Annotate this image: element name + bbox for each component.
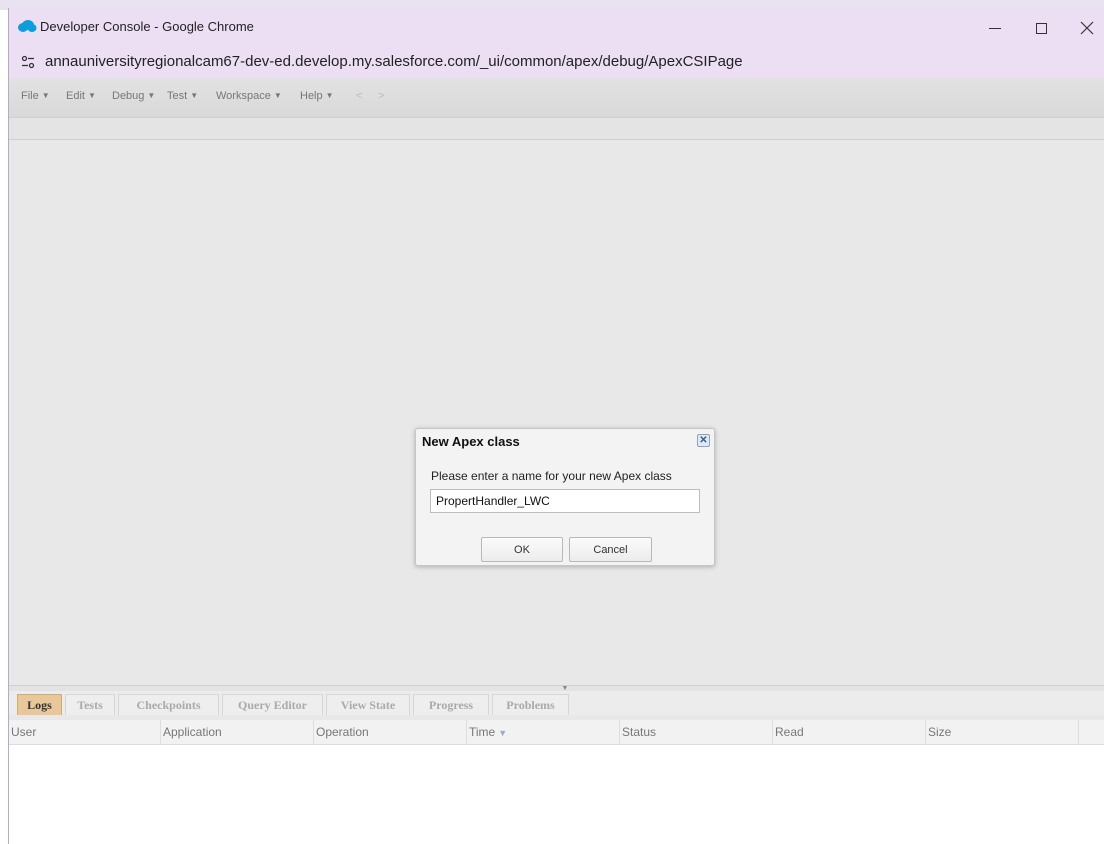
column-header-read[interactable]: Read (773, 720, 926, 745)
menu-help-label: Help (300, 90, 323, 102)
logs-table-header: User Application Operation Time ▼ Status … (9, 720, 1104, 745)
salesforce-cloud-icon (18, 20, 37, 32)
caret-down-icon: ▼ (87, 91, 96, 100)
caret-down-icon: ▼ (325, 91, 334, 100)
column-label: User (11, 725, 37, 739)
close-window-button[interactable] (1065, 14, 1104, 42)
menu-debug[interactable]: Debug ▼ (112, 90, 155, 102)
tab-logs[interactable]: Logs (17, 694, 62, 715)
logs-table-body (9, 745, 1104, 844)
tab-progress[interactable]: Progress (413, 694, 489, 715)
menu-workspace[interactable]: Workspace ▼ (216, 90, 282, 102)
menu-file[interactable]: File ▼ (21, 90, 50, 102)
maximize-icon (1035, 22, 1047, 34)
address-bar: annauniversityregionalcam67-dev-ed.devel… (9, 46, 1104, 78)
nav-back-button[interactable]: < (356, 90, 362, 102)
editor-workspace (9, 140, 1104, 685)
nav-forward-button[interactable]: > (378, 90, 384, 102)
tab-view-state[interactable]: View State (326, 694, 410, 715)
column-header-operation[interactable]: Operation (314, 720, 467, 745)
tab-problems[interactable]: Problems (492, 694, 569, 715)
menu-file-label: File (21, 90, 39, 102)
menu-edit[interactable]: Edit ▼ (66, 90, 96, 102)
tab-tests[interactable]: Tests (65, 694, 115, 715)
new-apex-class-dialog: New Apex class ✕ Please enter a name for… (415, 428, 715, 566)
site-settings-icon[interactable] (21, 55, 35, 69)
menu-test-label: Test (167, 90, 188, 102)
browser-window: Developer Console - Google Chrome annaun… (8, 8, 1104, 844)
column-label: Operation (316, 725, 369, 739)
console-menubar: File ▼ Edit ▼ Debug ▼ Test ▼ Workspace ▼ Help… (9, 78, 1104, 118)
column-header-user[interactable]: User (9, 720, 161, 745)
minimize-icon (989, 27, 1001, 29)
bottom-tab-bar: Logs Tests Checkpoints Query Editor View… (9, 691, 1104, 715)
dialog-close-button[interactable]: ✕ (697, 434, 710, 447)
caret-down-icon: ▼ (41, 91, 50, 100)
editor-tab-strip (9, 118, 1104, 140)
maximize-button[interactable] (1019, 14, 1063, 42)
column-header-application[interactable]: Application (161, 720, 314, 745)
title-bar: Developer Console - Google Chrome (9, 8, 1104, 46)
column-header-status[interactable]: Status (620, 720, 773, 745)
caret-down-icon: ▼ (190, 91, 199, 100)
sort-descending-icon: ▼ (498, 728, 508, 738)
url-text[interactable]: annauniversityregionalcam67-dev-ed.devel… (45, 53, 743, 70)
menu-debug-label: Debug (112, 90, 145, 102)
column-label: Application (163, 725, 222, 739)
column-label: Size (928, 725, 952, 739)
menu-test[interactable]: Test ▼ (167, 90, 198, 102)
column-header-time[interactable]: Time ▼ (467, 720, 620, 745)
minimize-button[interactable] (973, 14, 1017, 42)
menu-help[interactable]: Help ▼ (300, 90, 334, 102)
class-name-input[interactable] (430, 489, 700, 513)
menu-edit-label: Edit (66, 90, 85, 102)
dialog-title: New Apex class (422, 434, 520, 449)
cancel-button[interactable]: Cancel (569, 537, 652, 562)
tab-checkpoints[interactable]: Checkpoints (118, 694, 219, 715)
column-header-size[interactable]: Size (926, 720, 1079, 745)
caret-down-icon: ▼ (147, 91, 156, 100)
close-icon: ✕ (699, 435, 708, 446)
dialog-prompt: Please enter a name for your new Apex cl… (431, 469, 672, 483)
ok-button[interactable]: OK (481, 537, 563, 562)
caret-down-icon: ▼ (273, 91, 282, 100)
menu-workspace-label: Workspace (216, 90, 271, 102)
column-label: Status (622, 725, 657, 739)
column-label: Time (469, 725, 496, 739)
tab-query-editor[interactable]: Query Editor (222, 694, 323, 715)
window-title: Developer Console - Google Chrome (40, 19, 254, 34)
column-label: Read (775, 725, 804, 739)
close-icon (1080, 21, 1094, 35)
